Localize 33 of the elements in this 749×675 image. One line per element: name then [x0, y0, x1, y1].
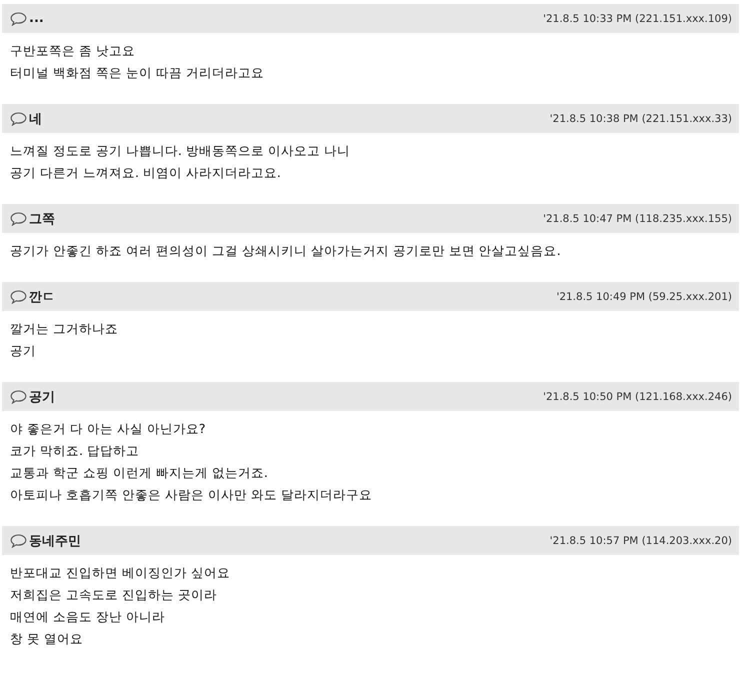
- comment-meta: '21.8.5 10:57 PM (114.203.xxx.20): [550, 534, 732, 546]
- comment-text: 교통과 학군 쇼핑 이런게 빠지는게 없는거죠.: [10, 464, 269, 482]
- comment-meta: '21.8.5 10:47 PM (118.235.xxx.155): [543, 212, 732, 224]
- comment-text: 아토피나 호흡기쪽 안좋은 사람은 이사만 와도 달라지더라구요: [10, 486, 373, 504]
- comment-text: 저희집은 고속도로 진입하는 곳이라: [10, 586, 218, 604]
- comment-author: 공기: [29, 388, 55, 406]
- comment-text: 공기가 안좋긴 하죠 여러 편의성이 그걸 상쇄시키니 살아가는거지 공기로만 보면 안살고싶음요.: [10, 242, 562, 260]
- comment-author: 네: [29, 110, 42, 128]
- comment-text: 공기: [10, 342, 37, 360]
- comment-text: 반포대교 진입하면 베이징인가 싶어요: [10, 564, 231, 582]
- comment-text: 코가 막히죠. 답답하고: [10, 442, 140, 460]
- speech-bubble-icon: [10, 112, 27, 126]
- speech-bubble-icon: [10, 212, 27, 226]
- comment-text: 터미널 백화점 쪽은 눈이 따끔 거리더라고요: [10, 64, 265, 82]
- comment-author: 그쪽: [29, 210, 55, 228]
- comment-author: ...: [29, 11, 44, 26]
- speech-bubble-icon: [10, 12, 27, 26]
- comment-text: 구반포쪽은 좀 낫고요: [10, 42, 136, 60]
- speech-bubble-icon: [10, 290, 27, 304]
- comment-text: 야 좋은거 다 아는 사실 아닌가요?: [10, 420, 207, 438]
- speech-bubble-icon: [10, 390, 27, 404]
- comment-text: 공기 다른거 느껴져요. 비염이 사라지더라고요.: [10, 164, 282, 182]
- comment-text: 깔거는 그거하나죠: [10, 320, 119, 338]
- speech-bubble-icon: [10, 534, 27, 548]
- comment-meta: '21.8.5 10:50 PM (121.168.xxx.246): [543, 390, 732, 402]
- comment-text: 매연에 소음도 장난 아니라: [10, 608, 166, 626]
- comment-meta: '21.8.5 10:38 PM (221.151.xxx.33): [550, 112, 732, 124]
- comment-author: 깐ㄷ: [29, 288, 55, 306]
- comment-meta: '21.8.5 10:49 PM (59.25.xxx.201): [556, 290, 732, 302]
- comment-text: 느껴질 정도로 공기 나쁩니다. 방배동쪽으로 이사오고 나니: [10, 142, 351, 160]
- comment-text: 창 못 열어요: [10, 630, 84, 648]
- comment-author: 동네주민: [29, 532, 81, 550]
- comment-meta: '21.8.5 10:33 PM (221.151.xxx.109): [543, 12, 732, 24]
